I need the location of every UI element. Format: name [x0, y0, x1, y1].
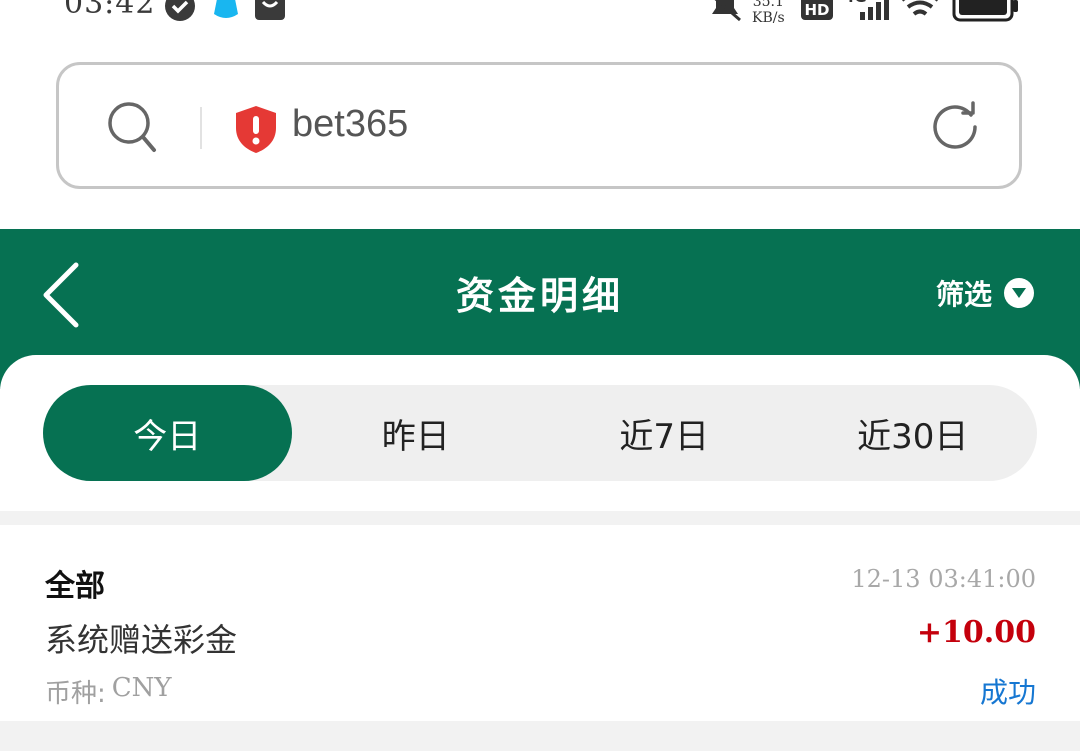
filter-button[interactable]: 筛选: [936, 273, 1035, 313]
currency-value: CNY: [111, 673, 172, 703]
network-speed-value: 35.1: [752, 0, 784, 10]
record-description: 系统赠送彩金: [45, 621, 238, 659]
status-bar: 03:42 35.1 KB/s HD 4G: [0, 0, 1080, 44]
check-circle-icon: [164, 0, 196, 26]
bell-off-icon: [708, 0, 742, 26]
battery-icon: [952, 0, 1020, 28]
penguin-icon: [212, 0, 240, 24]
currency-label: 币种:: [45, 679, 106, 709]
record-datetime: 12-13 03:41:00: [851, 565, 1036, 593]
hd-icon: HD: [800, 0, 834, 26]
tab-today[interactable]: 今日: [43, 385, 292, 481]
period-tabs: 今日 昨日 近7日 近30日: [43, 385, 1037, 481]
network-speed-unit: KB/s: [752, 10, 785, 26]
section-divider: [0, 511, 1080, 525]
network-speed: 35.1 KB/s: [752, 0, 785, 26]
browser-address-bar[interactable]: bet365: [56, 62, 1022, 189]
address-bar-url[interactable]: bet365: [292, 103, 408, 146]
tab-last-7-days[interactable]: 近7日: [540, 385, 789, 481]
status-time: 03:42: [64, 0, 156, 21]
status-badge: 成功: [979, 676, 1036, 709]
wifi-icon: [900, 0, 940, 26]
signal-type-label: 4G: [844, 0, 867, 6]
record-currency: 币种: CNY: [45, 673, 172, 710]
period-tabs-card: 今日 昨日 近7日 近30日: [0, 355, 1080, 515]
list-bottom-spacer: [0, 721, 1080, 751]
dropdown-arrow-icon: [1004, 278, 1035, 308]
list-item[interactable]: 全部 12-13 03:41:00 系统赠送彩金 +10.00 币种: CNY …: [0, 525, 1080, 721]
reload-icon[interactable]: [929, 101, 981, 157]
tab-yesterday[interactable]: 昨日: [292, 385, 541, 481]
record-amount: +10.00: [916, 615, 1036, 650]
warning-shield-icon[interactable]: [233, 104, 279, 158]
search-icon[interactable]: [107, 101, 157, 157]
shopping-bag-icon: [254, 0, 286, 26]
page-title: 资金明细: [455, 274, 624, 318]
record-type: 全部: [45, 569, 105, 604]
address-bar-divider: [200, 107, 202, 149]
filter-label: 筛选: [936, 278, 993, 311]
svg-text:HD: HD: [804, 1, 829, 19]
tab-last-30-days[interactable]: 近30日: [789, 385, 1038, 481]
